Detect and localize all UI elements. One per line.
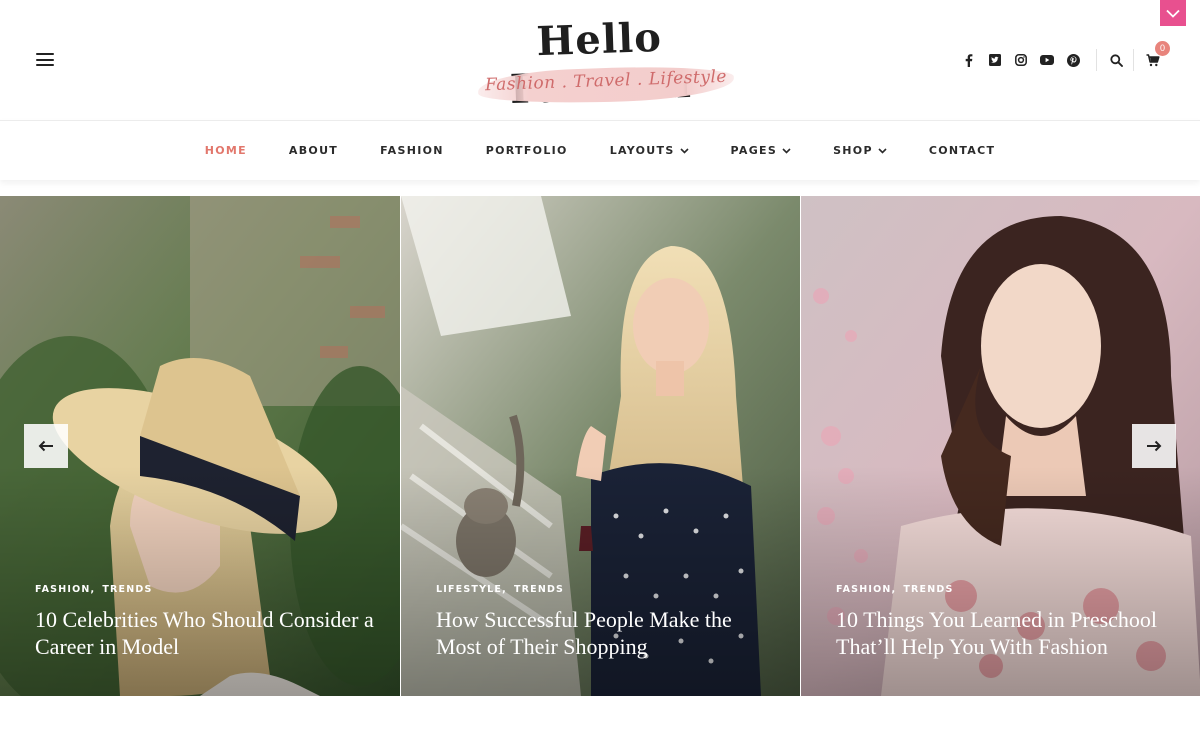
search-icon[interactable] bbox=[1105, 49, 1127, 71]
slide-overlay bbox=[401, 466, 800, 696]
category-link[interactable]: FASHION bbox=[35, 584, 91, 595]
category-separator: , bbox=[90, 584, 96, 595]
nav-item-label: PAGES bbox=[730, 144, 778, 157]
cart-icon[interactable]: 0 bbox=[1142, 41, 1170, 71]
nav-item-label: ABOUT bbox=[288, 144, 339, 157]
twitter-icon[interactable] bbox=[986, 51, 1004, 69]
site-logo[interactable]: Hello Fashion Fashion . Travel . Lifesty… bbox=[460, 10, 740, 113]
nav-item-label: FASHION bbox=[380, 144, 444, 157]
pinterest-icon[interactable] bbox=[1064, 51, 1082, 69]
header-divider bbox=[1133, 49, 1134, 71]
slide-card[interactable]: LIFESTYLE, TRENDS How Successful People … bbox=[400, 196, 800, 696]
slide-title[interactable]: How Successful People Make the Most of T… bbox=[436, 606, 781, 660]
category-link[interactable]: LIFESTYLE bbox=[436, 584, 502, 595]
chevron-down-icon bbox=[878, 147, 887, 154]
nav-item-label: PORTFOLIO bbox=[485, 144, 568, 157]
category-link[interactable]: FASHION bbox=[836, 584, 892, 595]
slide-title[interactable]: 10 Celebrities Who Should Consider a Car… bbox=[35, 606, 380, 660]
menu-icon[interactable] bbox=[36, 53, 54, 66]
chevron-down-icon bbox=[782, 147, 791, 154]
slide-title[interactable]: 10 Things You Learned in Preschool That’… bbox=[836, 606, 1181, 660]
nav-item-layouts[interactable]: LAYOUTS bbox=[610, 144, 689, 157]
cart-count-badge: 0 bbox=[1155, 41, 1170, 56]
category-link[interactable]: TRENDS bbox=[514, 584, 564, 595]
nav-item-label: CONTACT bbox=[928, 144, 996, 157]
nav-item-pages[interactable]: PAGES bbox=[731, 144, 792, 157]
slide-categories: LIFESTYLE, TRENDS bbox=[436, 584, 564, 595]
slide-overlay bbox=[801, 466, 1200, 696]
header-divider bbox=[1096, 49, 1097, 71]
nav-item-fashion[interactable]: FASHION bbox=[380, 144, 444, 157]
category-link[interactable]: TRENDS bbox=[903, 584, 953, 595]
nav-item-shop[interactable]: SHOP bbox=[833, 144, 887, 157]
youtube-icon[interactable] bbox=[1038, 51, 1056, 69]
category-link[interactable]: TRENDS bbox=[102, 584, 152, 595]
header-tools: 0 bbox=[960, 41, 1170, 71]
slider-prev-button[interactable] bbox=[24, 424, 68, 468]
category-separator: , bbox=[502, 584, 507, 595]
facebook-icon[interactable] bbox=[960, 51, 978, 69]
nav-item-contact[interactable]: CONTACT bbox=[929, 144, 995, 157]
nav-item-portfolio[interactable]: PORTFOLIO bbox=[486, 144, 568, 157]
arrow-left-icon bbox=[38, 440, 53, 452]
nav-item-label: HOME bbox=[204, 144, 247, 157]
instagram-icon[interactable] bbox=[1012, 51, 1030, 69]
slider-next-button[interactable] bbox=[1132, 424, 1176, 468]
featured-slider: FASHION, TRENDS 10 Celebrities Who Shoul… bbox=[0, 196, 1200, 696]
nav-item-label: LAYOUTS bbox=[609, 144, 675, 157]
main-nav: HOME ABOUT FASHION PORTFOLIO LAYOUTS PAG… bbox=[0, 120, 1200, 180]
nav-item-label: SHOP bbox=[833, 144, 873, 157]
chevron-down-icon bbox=[679, 147, 689, 154]
nav-item-home[interactable]: HOME bbox=[205, 144, 247, 157]
slide-categories: FASHION, TRENDS bbox=[35, 584, 153, 595]
arrow-right-icon bbox=[1147, 440, 1162, 452]
site-header: Hello Fashion Fashion . Travel . Lifesty… bbox=[0, 0, 1200, 120]
category-separator: , bbox=[891, 584, 897, 595]
chevron-down-icon[interactable] bbox=[1160, 0, 1186, 26]
slide-categories: FASHION, TRENDS bbox=[836, 584, 954, 595]
nav-item-about[interactable]: ABOUT bbox=[289, 144, 338, 157]
slide-overlay bbox=[0, 466, 400, 696]
